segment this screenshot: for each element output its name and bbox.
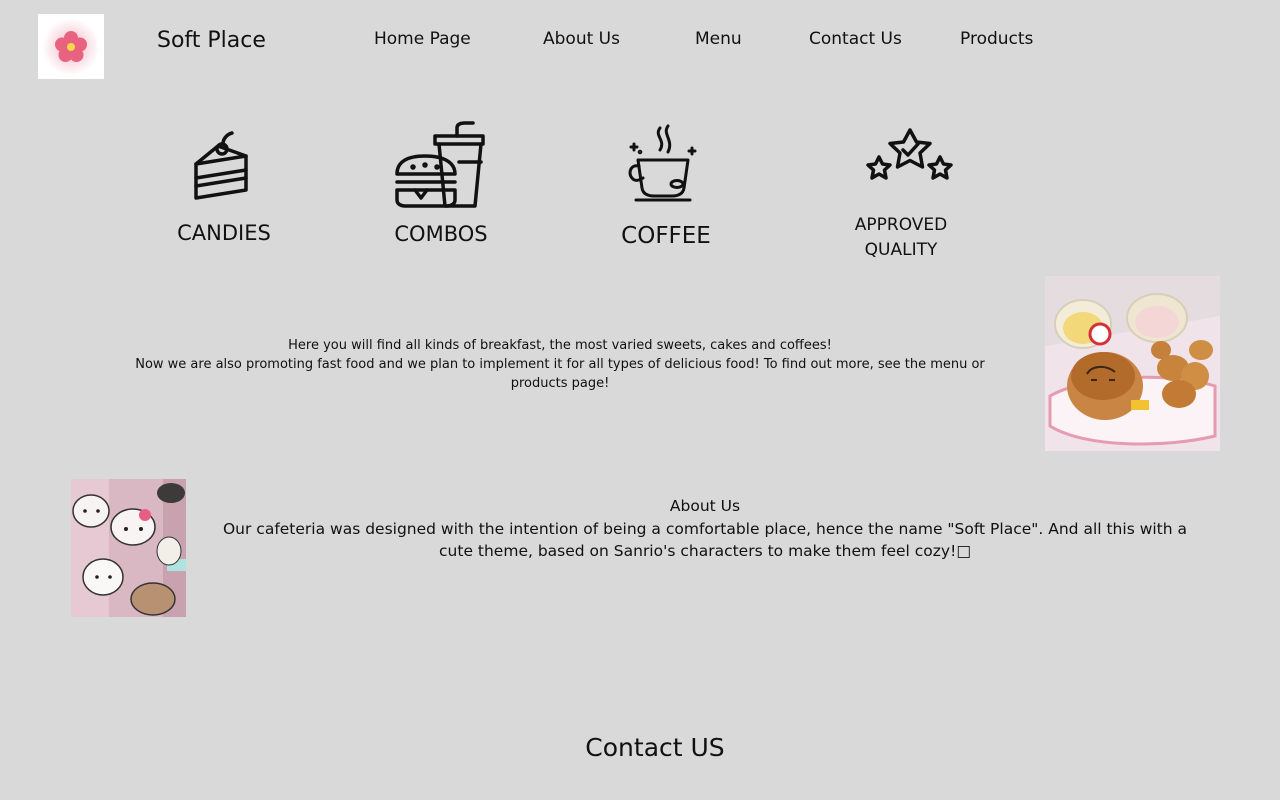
cake-slice-icon (194, 131, 248, 200)
about-body: Our cafeteria was designed with the inte… (222, 520, 1188, 560)
feature-coffee-label: COFFEE (621, 223, 711, 249)
burger-drink-icon (395, 121, 485, 208)
food-photo (1045, 276, 1220, 451)
intro-line-2: Now we are also promoting fast food and … (135, 357, 985, 391)
stars-rating-icon (866, 128, 953, 180)
flower-icon (55, 30, 87, 62)
about-title: About Us (669, 497, 741, 515)
coffee-cup-icon (628, 124, 697, 202)
brand-name: Soft Place (157, 28, 266, 53)
logo[interactable] (38, 14, 104, 79)
feature-combos-label: COMBOS (394, 222, 488, 246)
intro-line-1: Here you will find all kinds of breakfas… (288, 338, 832, 353)
nav-home[interactable]: Home Page (374, 29, 471, 49)
feature-quality-label: APPROVED QUALITY (854, 215, 948, 260)
nav-contact[interactable]: Contact Us (809, 29, 902, 49)
nav-about[interactable]: About Us (543, 29, 620, 49)
feature-candies-label: CANDIES (177, 221, 271, 245)
intro-text: Here you will find all kinds of breakfas… (130, 336, 990, 393)
cafe-interior-photo (71, 479, 186, 617)
nav-menu[interactable]: Menu (695, 29, 742, 49)
contact-title: Contact US (585, 733, 725, 762)
nav-products[interactable]: Products (960, 29, 1033, 49)
